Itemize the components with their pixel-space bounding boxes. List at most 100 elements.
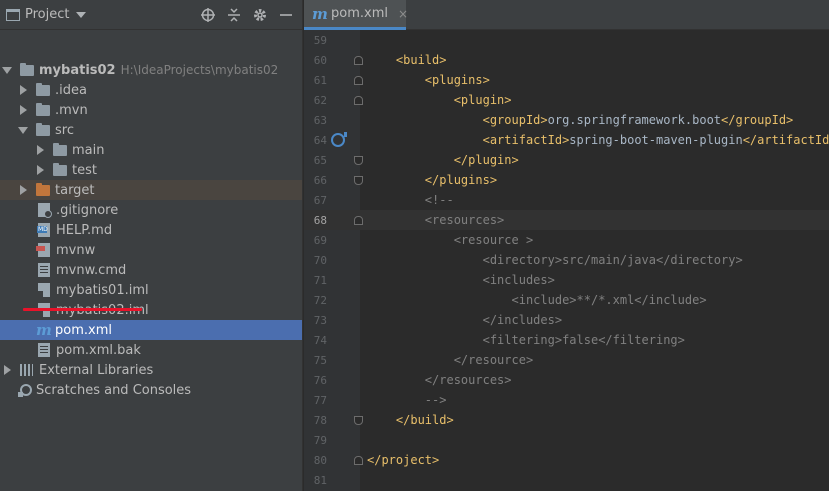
tree-item-label: target <box>55 182 95 198</box>
line-number: 78 <box>313 413 327 427</box>
code-line[interactable]: 62 <plugin> <box>304 90 829 110</box>
code-text: </project> <box>367 453 440 467</box>
tree-item-main[interactable]: main <box>0 140 302 160</box>
chevron-down-icon[interactable] <box>76 11 87 18</box>
tree-item-mvnw[interactable]: mvnw <box>0 240 302 260</box>
fold-marker-icon[interactable] <box>354 95 363 105</box>
tree-item-src[interactable]: src <box>0 120 302 140</box>
chevron-right-icon[interactable] <box>20 185 27 195</box>
chevron-down-icon[interactable] <box>18 126 28 134</box>
code-line[interactable]: 81 <box>304 470 829 490</box>
folder-icon <box>36 122 50 136</box>
code-line[interactable]: 75 </resource> <box>304 350 829 370</box>
project-panel-header: Project <box>0 0 302 30</box>
fold-marker-icon[interactable] <box>354 215 363 225</box>
code-line[interactable]: 60 <build> <box>304 50 829 70</box>
project-view-selector[interactable]: Project <box>25 7 69 22</box>
fold-marker-icon[interactable] <box>354 175 363 185</box>
tab-pom-xml[interactable]: m pom.xml × <box>304 0 408 30</box>
line-number: 67 <box>313 193 327 207</box>
code-line[interactable]: 65 </plugin> <box>304 150 829 170</box>
chevron-down-icon[interactable] <box>2 66 12 74</box>
editor-area: m pom.xml × 59 60 <build> 61 <plugins> 62 <… <box>304 0 829 491</box>
folder-icon <box>53 142 67 156</box>
code-line[interactable]: 71 <includes> <box>304 270 829 290</box>
tree-item-label: pom.xml.bak <box>56 342 141 358</box>
collapse-all-button[interactable] <box>224 6 244 24</box>
settings-button[interactable] <box>250 6 270 24</box>
line-number: 59 <box>313 33 327 47</box>
tree-item-pom-xml-bak[interactable]: pom.xml.bak <box>0 340 302 360</box>
code-line[interactable]: 68 <resources> <box>304 210 829 230</box>
code-line[interactable]: 67 <!-- <box>304 190 829 210</box>
tree-item-test[interactable]: test <box>0 160 302 180</box>
shell-script-icon <box>36 243 50 257</box>
tree-item-label: test <box>72 162 97 178</box>
fold-marker-icon[interactable] <box>354 155 363 165</box>
tree-item-pom-xml[interactable]: m pom.xml <box>0 320 302 340</box>
gear-icon <box>254 9 266 21</box>
tree-item-label: External Libraries <box>39 362 154 378</box>
code-text: <build> <box>395 53 447 67</box>
line-number: 68 <box>313 213 327 227</box>
tree-item-label: .mvn <box>55 102 88 118</box>
tree-item-idea[interactable]: .idea <box>0 80 302 100</box>
tree-item-external-libraries[interactable]: External Libraries <box>0 360 302 380</box>
chevron-right-icon[interactable] <box>37 165 44 175</box>
fold-marker-icon[interactable] <box>354 55 363 65</box>
code-line[interactable]: 80 </project> <box>304 450 829 470</box>
tree-item-label: .idea <box>55 82 87 98</box>
tree-item-scratches[interactable]: Scratches and Consoles <box>0 380 302 400</box>
crosshair-icon <box>201 8 215 22</box>
tree-item-label: pom.xml <box>55 322 112 338</box>
code-line[interactable]: 74 <filtering>false</filtering> <box>304 330 829 350</box>
text-file-icon <box>38 263 50 277</box>
code-line[interactable]: 64 <artifactId>spring-boot-maven-plugin<… <box>304 130 829 150</box>
chevron-right-icon[interactable] <box>37 145 44 155</box>
tree-item-mvn[interactable]: .mvn <box>0 100 302 120</box>
chevron-right-icon[interactable] <box>20 105 27 115</box>
tree-item-mybatis01-iml[interactable]: mybatis01.iml <box>0 280 302 300</box>
fold-marker-icon[interactable] <box>354 75 363 85</box>
code-line[interactable]: 78 </build> <box>304 410 829 430</box>
code-line[interactable]: 69 <resource > <box>304 230 829 250</box>
code-line[interactable]: 66 </plugins> <box>304 170 829 190</box>
code-line[interactable]: 73 </includes> <box>304 310 829 330</box>
fold-marker-icon[interactable] <box>354 455 363 465</box>
hide-panel-button[interactable] <box>276 6 296 24</box>
tree-item-target[interactable]: target <box>0 180 302 200</box>
close-icon[interactable]: × <box>398 7 408 21</box>
code-line[interactable]: 76 </resources> <box>304 370 829 390</box>
code-text: <plugins> <box>424 73 490 87</box>
tree-item-label: mybatis02 <box>39 62 116 78</box>
code-line[interactable]: 59 <box>304 30 829 50</box>
fold-marker-icon[interactable] <box>354 415 363 425</box>
code-text: </resources> <box>367 373 512 387</box>
tree-item-gitignore[interactable]: .gitignore <box>0 200 302 220</box>
line-number: 74 <box>313 333 327 347</box>
code-line[interactable]: 63 <groupId>org.springframework.boot</gr… <box>304 110 829 130</box>
code-line[interactable]: 70 <directory>src/main/java</directory> <box>304 250 829 270</box>
line-number: 81 <box>313 473 327 487</box>
maven-gutter-icon[interactable] <box>331 132 347 147</box>
tree-item-label: main <box>72 142 105 158</box>
code-line[interactable]: 79 <box>304 430 829 450</box>
code-line[interactable]: 77 --> <box>304 390 829 410</box>
line-number: 65 <box>313 153 327 167</box>
chevron-right-icon[interactable] <box>4 365 11 375</box>
tree-item-mybatis02[interactable]: mybatis02 H:\IdeaProjects\mybatis02 <box>0 60 302 80</box>
minimize-icon <box>280 14 292 16</box>
scratches-icon <box>18 383 32 397</box>
maven-file-icon: m <box>36 321 52 339</box>
tree-item-mvnw-cmd[interactable]: mvnw.cmd <box>0 260 302 280</box>
line-number: 73 <box>313 313 327 327</box>
code-line[interactable]: 72 <include>**/*.xml</include> <box>304 290 829 310</box>
chevron-right-icon[interactable] <box>20 85 27 95</box>
line-number: 76 <box>313 373 327 387</box>
locate-file-button[interactable] <box>198 6 218 24</box>
project-tool-window: Project mybatis02 H:\IdeaProjects\mybati… <box>0 0 303 491</box>
folder-icon <box>53 162 67 176</box>
tree-item-help-md[interactable]: HELP.md <box>0 220 302 240</box>
code-line[interactable]: 61 <plugins> <box>304 70 829 90</box>
tab-label: pom.xml <box>331 6 388 21</box>
